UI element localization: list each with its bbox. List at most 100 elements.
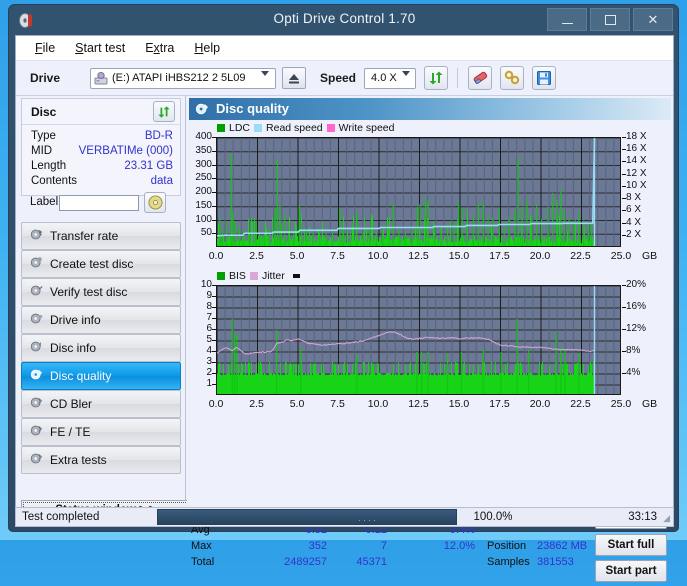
ldc-chart: LDC Read speed Write speed 5010015020025… (187, 122, 673, 268)
panel-title: Disc quality (216, 101, 289, 116)
y-tick-label: 350 (187, 145, 212, 156)
x-tick-label: 7.5 (318, 250, 358, 262)
sidebar-item-label: Disc quality (50, 369, 111, 383)
y-tick-mark (212, 233, 216, 234)
stats-samples-label: Samples (487, 556, 530, 568)
x-tick-label: 12.5 (399, 398, 439, 410)
label-input[interactable] (59, 195, 139, 211)
y-tick-mark (212, 206, 216, 207)
main-panel: Disc quality LDC Read speed Write speed … (187, 96, 673, 527)
y-tick-label: 4 (187, 345, 212, 356)
disc-info-header: Disc (22, 99, 180, 125)
y-tick-label: 9 (187, 290, 212, 301)
menu-help[interactable]: Help (185, 38, 229, 58)
y2-tick-label: 8 X (626, 192, 641, 203)
close-icon: ✕ (648, 12, 659, 28)
legend-swatch-jitter (250, 272, 258, 280)
chevron-down-icon (402, 76, 410, 88)
ldc-x-axis-label: GB (642, 250, 666, 262)
left-panel: Disc Type BD-R MID VERBATIMe (000) (16, 96, 186, 527)
sidebar-item-transfer-rate[interactable]: Transfer rate (21, 222, 181, 250)
y-tick-mark (212, 329, 216, 330)
x-tick-label: 0.0 (196, 250, 236, 262)
title-bar[interactable]: Opti Drive Control 1.70 ✕ (9, 5, 680, 35)
x-tick-label: 17.5 (480, 250, 520, 262)
x-tick-label: 25.0 (601, 398, 641, 410)
x-tick-label: 7.5 (318, 398, 358, 410)
disc-transfer-icon (30, 228, 43, 244)
bis-x-axis-label: GB (642, 398, 666, 410)
cd-label-button[interactable] (144, 192, 166, 213)
sidebar-item-verify-test-disc[interactable]: Verify test disc (21, 278, 181, 306)
y-tick-mark (212, 318, 216, 319)
bis-plot-area[interactable] (216, 285, 621, 395)
disc-row-label: Type (31, 130, 56, 142)
y2-tick-label: 4% (626, 367, 640, 378)
sidebar-item-label: Create test disc (50, 257, 133, 271)
disc-info-box: Disc Type BD-R MID VERBATIMe (000) (21, 98, 181, 196)
refresh-icon (428, 70, 444, 86)
sidebar-item-fe-te[interactable]: FE / TE (21, 418, 181, 446)
progress-fill (158, 510, 456, 524)
menu-bar: FFileile Start test Extra Help (16, 36, 673, 61)
x-tick-label: 2.5 (237, 398, 277, 410)
stats-position-label: Position (487, 540, 526, 552)
x-tick-label: 15.0 (439, 398, 479, 410)
x-tick-label: 25.0 (601, 250, 641, 262)
menu-file[interactable]: FFileile (26, 38, 64, 58)
disc-row-length: Length 23.31 GB (31, 160, 173, 175)
speed-value: 4.0 X (371, 72, 397, 84)
speed-label: Speed (320, 71, 356, 85)
y-tick-label: 1 (187, 378, 212, 389)
disc-drive-icon (30, 312, 43, 328)
close-button[interactable]: ✕ (633, 8, 673, 31)
save-button[interactable] (532, 66, 556, 90)
y-tick-label: 3 (187, 356, 212, 367)
x-tick-label: 5.0 (277, 250, 317, 262)
stats-row-max-jitter: 12.0% (419, 540, 475, 552)
sidebar-item-cd-bler[interactable]: CD Bler (21, 390, 181, 418)
menu-start-test[interactable]: Start test (66, 38, 134, 58)
sidebar-item-drive-info[interactable]: Drive info (21, 306, 181, 334)
disc-row-label: Contents (31, 175, 77, 187)
start-part-button[interactable]: Start part (595, 560, 667, 582)
resize-grip[interactable]: ◢ (663, 513, 670, 524)
speed-select[interactable]: 4.0 X (364, 68, 416, 89)
y2-tick-label: 12 X (626, 168, 647, 179)
window-frame: Opti Drive Control 1.70 ✕ FFileile Start… (8, 4, 679, 532)
minimize-button[interactable] (547, 8, 587, 31)
sidebar-item-label: Disc info (50, 341, 96, 355)
refresh-button[interactable] (424, 66, 448, 90)
drive-select[interactable]: (E:) ATAPI iHBS212 2 5L09 (90, 68, 276, 89)
y2-tick-mark (622, 307, 626, 308)
ldc-plot-area[interactable] (216, 137, 621, 247)
sidebar-item-label: Transfer rate (50, 229, 118, 243)
key-button[interactable] (500, 66, 524, 90)
drive-icon (94, 72, 108, 85)
bis-chart: BIS Jitter 12345678910 4%8%12%16%20% 0.0… (187, 268, 673, 414)
sidebar-item-create-test-disc[interactable]: Create test disc (21, 250, 181, 278)
maximize-button[interactable] (590, 8, 630, 31)
start-full-button[interactable]: Start full (595, 534, 667, 556)
y2-tick-label: 14 X (626, 155, 647, 166)
eject-button[interactable] (282, 67, 306, 89)
erase-button[interactable] (468, 66, 492, 90)
x-tick-label: 22.5 (561, 398, 601, 410)
disc-row-type: Type BD-R (31, 130, 173, 145)
y-tick-mark (212, 220, 216, 221)
disc-row-contents: Contents data (31, 175, 173, 190)
x-tick-label: 2.5 (237, 250, 277, 262)
y2-tick-label: 20% (626, 279, 646, 290)
y-tick-mark (212, 340, 216, 341)
sidebar-item-disc-quality[interactable]: Disc quality (21, 362, 181, 390)
disc-refresh-button[interactable] (153, 101, 175, 122)
disc-bler-icon (30, 396, 43, 412)
sidebar-item-disc-info[interactable]: Disc info (21, 334, 181, 362)
sidebar-item-extra-tests[interactable]: Extra tests (21, 446, 181, 474)
menu-extra[interactable]: Extra (136, 38, 183, 58)
progress-bar: ···· (157, 509, 457, 525)
y2-tick-label: 6 X (626, 204, 641, 215)
y-tick-mark (212, 151, 216, 152)
y-tick-mark (212, 296, 216, 297)
status-text: Test completed (22, 511, 157, 523)
